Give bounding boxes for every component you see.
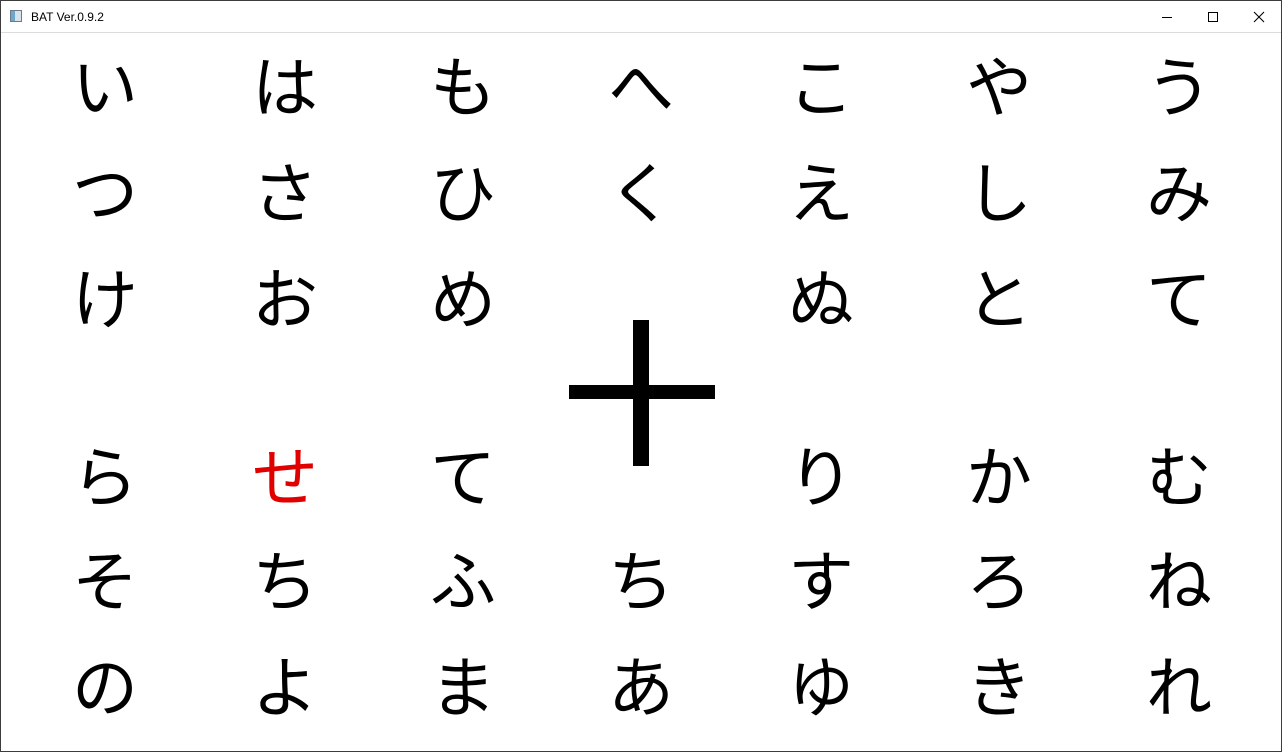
grid-char-r4-c2: ふ — [430, 544, 496, 621]
grid-char-r0-c0: い — [72, 50, 138, 127]
grid-char-r4-c1: ち — [252, 544, 318, 621]
grid-char-r1-c5: し — [966, 156, 1032, 233]
grid-char-r2-c4: ぬ — [788, 262, 854, 339]
grid-char-r5-c6: れ — [1146, 650, 1212, 727]
minimize-button[interactable] — [1144, 1, 1190, 32]
grid-char-r1-c6: み — [1146, 156, 1212, 233]
grid-char-r5-c0: の — [72, 650, 138, 727]
grid-char-r2-c2: め — [430, 262, 496, 339]
grid-char-r3-c5: か — [966, 440, 1032, 517]
grid-char-r0-c5: や — [966, 50, 1032, 127]
grid-char-r5-c5: き — [966, 650, 1032, 727]
fixation-cross — [569, 320, 715, 466]
grid-char-r0-c1: は — [252, 50, 318, 127]
grid-char-r2-c1: お — [252, 262, 318, 339]
stimulus-canvas: いはもへこやうつさひくえしみけおめぬとてらせてりかむそちふちすろねのよまあゆきれ — [1, 33, 1281, 751]
grid-char-r0-c2: も — [430, 50, 496, 127]
close-button[interactable] — [1236, 1, 1282, 32]
grid-char-r3-c6: む — [1146, 440, 1212, 517]
app-icon — [10, 10, 22, 22]
grid-char-r3-c0: ら — [72, 440, 138, 517]
grid-char-r1-c1: さ — [252, 156, 318, 233]
grid-char-r5-c1: よ — [252, 650, 318, 727]
grid-char-r1-c2: ひ — [430, 156, 496, 233]
grid-char-r4-c6: ね — [1146, 544, 1212, 621]
grid-char-r0-c3: へ — [608, 50, 674, 127]
grid-char-r1-c3: く — [608, 156, 674, 233]
window-title: BAT Ver.0.9.2 — [31, 10, 104, 24]
minimize-icon — [1162, 16, 1172, 18]
grid-char-r3-c1: せ — [252, 440, 318, 517]
maximize-button[interactable] — [1190, 1, 1236, 32]
close-icon — [1253, 11, 1265, 22]
grid-char-r1-c0: つ — [72, 156, 138, 233]
title-bar[interactable]: BAT Ver.0.9.2 — [1, 1, 1281, 33]
grid-char-r4-c3: ち — [608, 544, 674, 621]
grid-char-r5-c2: ま — [430, 650, 496, 727]
grid-char-r5-c3: あ — [608, 650, 674, 727]
grid-char-r3-c2: て — [430, 440, 496, 517]
grid-char-r4-c4: す — [788, 544, 854, 621]
app-window: BAT Ver.0.9.2 いはもへこやうつさひくえしみけおめぬとてらせてりかむ… — [0, 0, 1282, 752]
grid-char-r3-c4: り — [788, 440, 854, 517]
grid-char-r5-c4: ゆ — [788, 650, 854, 727]
grid-char-r4-c0: そ — [72, 544, 138, 621]
grid-char-r1-c4: え — [788, 156, 854, 233]
grid-char-r2-c5: と — [966, 262, 1032, 339]
maximize-icon — [1208, 11, 1218, 22]
grid-char-r2-c0: け — [72, 262, 138, 339]
grid-char-r4-c5: ろ — [966, 544, 1032, 621]
grid-char-r0-c4: こ — [788, 50, 854, 127]
grid-char-r0-c6: う — [1146, 50, 1212, 127]
grid-char-r2-c6: て — [1146, 262, 1212, 339]
